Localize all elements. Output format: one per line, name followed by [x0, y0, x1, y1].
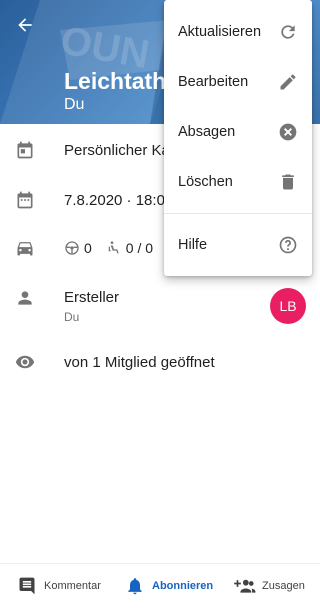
bottom-action-bar: Kommentar Abonnieren Zusagen — [0, 563, 320, 608]
calendar-name: Persönlicher Ka — [64, 142, 170, 159]
steering-wheel-icon — [64, 240, 80, 256]
trash-icon — [278, 172, 298, 192]
menu-item-label: Hilfe — [178, 237, 208, 253]
passenger-seat-count: 0 / 0 — [125, 240, 154, 256]
arrow-left-icon — [18, 18, 32, 32]
comment-icon — [16, 575, 38, 597]
refresh-icon — [278, 22, 298, 42]
menu-item-refresh[interactable]: Aktualisieren — [164, 7, 312, 57]
avatar[interactable]: LB — [270, 288, 306, 324]
calendar-icon — [15, 140, 35, 160]
menu-item-cancel[interactable]: Absagen — [164, 107, 312, 157]
menu-item-edit[interactable]: Bearbeiten — [164, 57, 312, 107]
comment-button[interactable]: Kommentar — [16, 564, 101, 608]
menu-item-label: Löschen — [178, 174, 233, 190]
seat-info: 0 0 / 0 — [64, 240, 167, 256]
bell-icon — [124, 575, 146, 597]
add-people-icon — [234, 575, 256, 597]
creator-label: Ersteller — [64, 289, 120, 306]
menu-item-label: Bearbeiten — [178, 74, 249, 90]
menu-item-label: Absagen — [178, 124, 236, 140]
accept-label: Zusagen — [262, 580, 305, 592]
cancel-circle-icon — [278, 122, 298, 142]
passenger-seat-icon — [106, 240, 122, 256]
event-subtitle: Du — [64, 96, 85, 113]
menu-item-help[interactable]: Hilfe — [164, 220, 312, 270]
person-icon — [15, 288, 35, 308]
subscribe-label: Abonnieren — [152, 580, 214, 592]
help-circle-icon — [278, 235, 298, 255]
menu-divider — [164, 213, 312, 214]
accept-button[interactable]: Zusagen — [234, 564, 305, 608]
car-icon — [15, 238, 35, 258]
driver-seat-count: 0 — [84, 240, 92, 256]
menu-item-label: Aktualisieren — [178, 24, 262, 40]
event-title: Leichtath — [64, 68, 167, 94]
menu-item-delete[interactable]: Löschen — [164, 157, 312, 207]
comment-label: Kommentar — [44, 580, 101, 592]
eye-icon — [15, 352, 35, 372]
date-icon — [15, 190, 35, 210]
pencil-icon — [278, 72, 298, 92]
overflow-menu: Aktualisieren Bearbeiten Absagen Löschen… — [164, 0, 312, 276]
back-button[interactable] — [10, 10, 40, 40]
event-datetime: 7.8.2020 · 18:00 — [64, 192, 174, 209]
subscribe-button[interactable]: Abonnieren — [124, 564, 213, 608]
creator-name: Du — [64, 310, 80, 324]
opened-by-text: von 1 Mitglied geöffnet — [64, 354, 215, 371]
